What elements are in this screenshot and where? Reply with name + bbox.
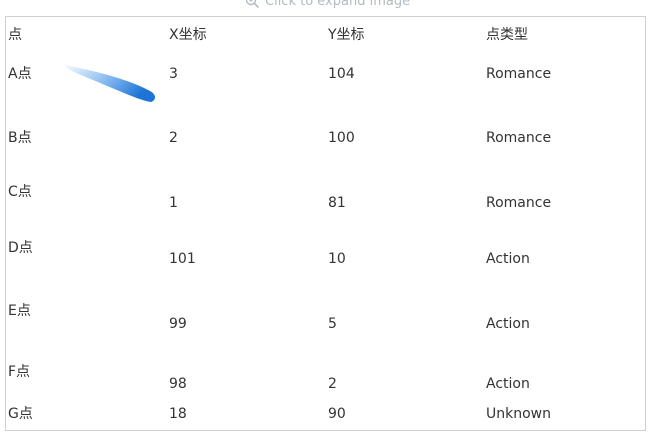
type-value: Romance [486, 195, 552, 211]
x-value: 101 [169, 251, 196, 267]
type-value: Action [486, 316, 530, 332]
point-label: A点 [8, 66, 32, 82]
y-value: 5 [328, 316, 337, 332]
y-value: 90 [328, 406, 346, 422]
type-value: Action [486, 251, 530, 267]
point-label: B点 [8, 130, 32, 146]
point-label: E点 [8, 303, 31, 319]
y-value: 100 [328, 130, 355, 146]
type-value: Action [486, 376, 530, 392]
header-x: X坐标 [169, 27, 207, 43]
point-label: D点 [8, 240, 33, 256]
x-value: 1 [169, 195, 178, 211]
zoom-in-icon [245, 0, 259, 8]
x-value: 2 [169, 130, 178, 146]
point-label: C点 [8, 184, 32, 200]
points-table: 点 X坐标 Y坐标 点类型 A点 3 104 Romance B点 2 100 … [5, 16, 646, 431]
y-value: 81 [328, 195, 346, 211]
y-value: 2 [328, 376, 337, 392]
header-type: 点类型 [486, 27, 528, 43]
expand-image-hint[interactable]: Click to expand image [245, 0, 410, 9]
expand-image-label: Click to expand image [265, 0, 411, 9]
point-label: G点 [8, 406, 33, 422]
header-point: 点 [8, 27, 22, 43]
y-value: 10 [328, 251, 346, 267]
x-value: 18 [169, 406, 187, 422]
point-label: F点 [8, 364, 31, 380]
y-value: 104 [328, 66, 355, 82]
header-y: Y坐标 [328, 27, 365, 43]
x-value: 99 [169, 316, 187, 332]
x-value: 3 [169, 66, 178, 82]
type-value: Romance [486, 130, 552, 146]
type-value: Romance [486, 66, 552, 82]
x-value: 98 [169, 376, 187, 392]
type-value: Unknown [486, 406, 551, 422]
